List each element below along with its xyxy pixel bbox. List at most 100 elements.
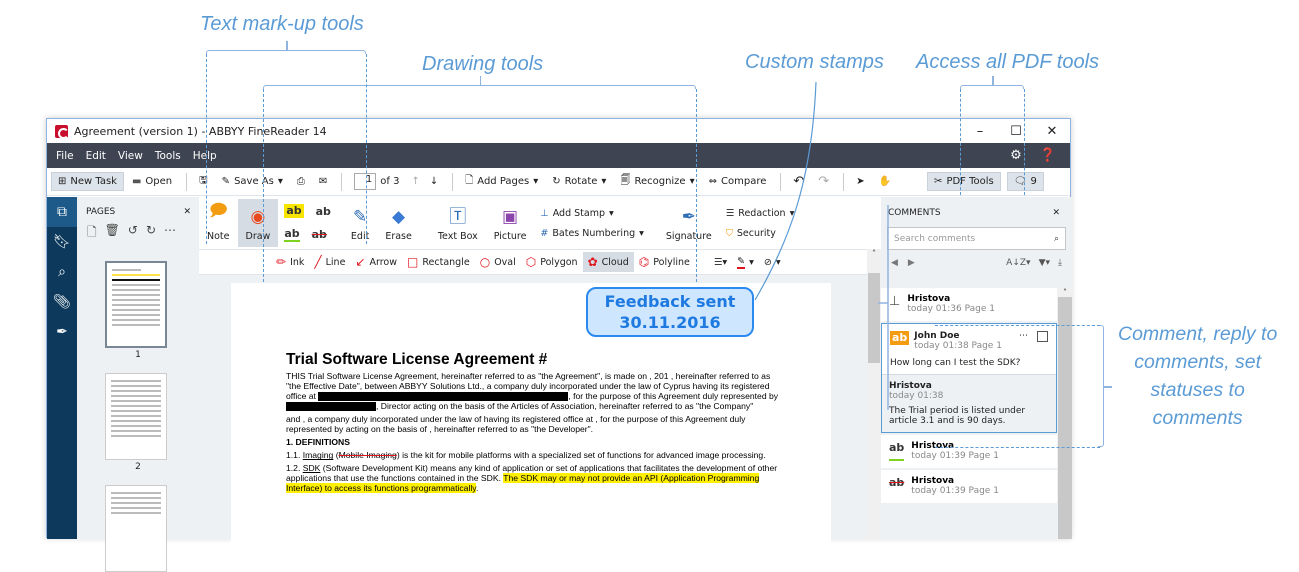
strikeout-text-button[interactable]: ab xyxy=(312,228,327,241)
picture-button[interactable]: ▣ Picture xyxy=(486,199,535,247)
save-button[interactable]: 🖫 xyxy=(193,170,214,193)
shield-icon: ⛉ xyxy=(725,227,733,239)
page-thumbnail-2[interactable] xyxy=(105,373,167,460)
rotate-left-icon[interactable]: ↺ xyxy=(128,223,138,244)
delete-page-icon[interactable]: 🗑 xyxy=(105,223,120,244)
next-page-icon[interactable]: ↓ xyxy=(430,176,438,187)
scrollbar-thumb[interactable] xyxy=(868,273,880,363)
collapse-all-icon[interactable]: ⤓ xyxy=(1058,258,1062,268)
add-page-icon[interactable]: 🗋 xyxy=(87,223,97,244)
minimize-button[interactable]: – xyxy=(962,124,998,139)
add-page-icon: 🗋 xyxy=(465,175,474,186)
undo-button[interactable]: ↶ xyxy=(787,171,810,192)
pdf-tools-icon: ✂ xyxy=(934,176,943,187)
fill-color-dropdown[interactable]: ⊘ ▾ xyxy=(759,254,786,271)
filter-icon[interactable]: ▼▾ xyxy=(1039,258,1050,268)
line-tool[interactable]: ╱ Line xyxy=(309,252,350,272)
page-thumbnail-1[interactable] xyxy=(105,261,167,348)
help-icon[interactable]: ❓ xyxy=(1040,148,1056,163)
compare-button[interactable]: ⇔ Compare xyxy=(703,173,773,190)
insert-text-button[interactable]: ab xyxy=(316,205,331,218)
save-as-icon: ✎ xyxy=(221,176,231,187)
undo-icon: ↶ xyxy=(793,174,805,189)
draw-button[interactable]: ◉ Draw xyxy=(237,199,279,247)
menu-tools[interactable]: Tools xyxy=(155,150,181,162)
search-icon[interactable]: ⌕ xyxy=(58,257,66,287)
document-scrollbar[interactable]: ˄ xyxy=(867,249,881,539)
bookmark-icon[interactable]: 🔖︎ xyxy=(53,227,71,257)
more-icon[interactable]: ⋯ xyxy=(164,223,176,244)
line-icon: ╱ xyxy=(314,255,322,269)
comment-reply[interactable]: Hristova today 01:38 The Trial period is… xyxy=(882,374,1056,432)
comment-item[interactable]: ab Hristova today 01:39 Page 1 xyxy=(881,470,1057,503)
cloud-tool[interactable]: ✿ Cloud xyxy=(582,252,634,272)
arrow-tool[interactable]: ↙ Arrow xyxy=(350,252,402,272)
status-checkbox[interactable] xyxy=(1037,331,1048,342)
signature-nav-icon[interactable]: ✒ xyxy=(56,317,68,347)
email-button[interactable]: ✉ xyxy=(313,173,333,190)
rotate-right-icon[interactable]: ↻ xyxy=(146,223,156,244)
hand-tool-button[interactable]: ✋ xyxy=(873,173,897,190)
save-as-button[interactable]: ✎ Save As ▾ xyxy=(216,173,289,190)
signature-button[interactable]: ✒ Signature xyxy=(658,199,720,247)
comments-scrollbar[interactable]: ˄ xyxy=(1058,288,1072,539)
close-pages-panel-icon[interactable]: ✕ xyxy=(183,207,191,217)
bates-numbering-button[interactable]: # Bates Numbering ▾ xyxy=(540,228,643,239)
comments-toggle-button[interactable]: 🗨 9 xyxy=(1006,172,1044,191)
comments-panel-title: COMMENTS xyxy=(888,208,941,218)
scroll-up-icon[interactable]: ˄ xyxy=(1058,288,1072,297)
pdf-tools-button[interactable]: ✂ PDF Tools xyxy=(927,172,1001,191)
ink-tool[interactable]: ✏ Ink xyxy=(271,252,309,272)
search-comments-input[interactable]: Search comments ⌕ xyxy=(887,227,1066,250)
callout-text-markup-tools: Text mark-up tools xyxy=(200,13,364,35)
comment-item-selected[interactable]: ab John Doe today 01:38 Page 1 ⋯ How long… xyxy=(881,323,1057,433)
select-tool-button[interactable]: ➤ xyxy=(850,173,870,190)
recognize-button[interactable]: 🗐 Recognize ▾ xyxy=(614,170,700,193)
next-comment-icon[interactable]: ▶ xyxy=(908,258,915,268)
scroll-up-icon[interactable]: ˄ xyxy=(867,249,881,258)
redaction-button[interactable]: ☰ Redaction ▾ xyxy=(726,208,795,219)
erase-button[interactable]: ◆ Erase xyxy=(377,199,420,247)
open-button[interactable]: ▬ Open xyxy=(126,173,178,190)
menu-help[interactable]: Help xyxy=(193,150,217,162)
close-button[interactable]: ✕ xyxy=(1034,124,1070,139)
rotate-button[interactable]: ↻ Rotate ▾ xyxy=(546,173,612,190)
new-task-button[interactable]: ⊞ New Task xyxy=(51,172,124,191)
divider xyxy=(843,172,845,191)
menu-file[interactable]: File xyxy=(56,150,74,162)
print-button[interactable]: ⎙ xyxy=(291,173,311,190)
menu-edit[interactable]: Edit xyxy=(86,150,106,162)
highlight-text-button[interactable]: ab xyxy=(284,204,304,218)
attachment-icon[interactable]: 📎︎ xyxy=(53,287,71,317)
add-stamp-button[interactable]: ⊥ Add Stamp ▾ xyxy=(540,208,643,219)
page-number-input[interactable]: 1 xyxy=(354,173,377,190)
security-button[interactable]: ⛉ Security xyxy=(726,228,795,239)
text-box-button[interactable]: 🅃 Text Box xyxy=(430,199,486,247)
sort-az-icon[interactable]: A↓Z▾ xyxy=(1006,258,1030,268)
note-button[interactable]: 🗩 Note xyxy=(199,199,238,247)
edit-button[interactable]: ✎ Edit xyxy=(343,199,377,247)
comment-item[interactable]: ⊥ Hristova today 01:36 Page 1 xyxy=(881,288,1057,321)
window-title: Agreement (version 1) - ABBYY FineReader… xyxy=(74,124,327,138)
settings-gear-icon[interactable]: ⚙ xyxy=(1010,148,1022,163)
page-thumbnail-3[interactable] xyxy=(105,485,167,572)
folder-icon: ▬ xyxy=(131,176,142,187)
add-pages-button[interactable]: 🗋 Add Pages ▾ xyxy=(459,170,544,193)
prev-page-icon[interactable]: ↑ xyxy=(411,176,419,187)
redo-button[interactable]: ↷ xyxy=(812,171,835,192)
menu-view[interactable]: View xyxy=(118,150,143,162)
stroke-color-dropdown[interactable]: ✎ ▾ xyxy=(732,253,759,272)
line-style-dropdown[interactable]: ☰▾ xyxy=(709,254,732,271)
prev-comment-icon[interactable]: ◀ xyxy=(891,258,898,268)
polyline-tool[interactable]: ⌬ Polyline xyxy=(634,252,695,272)
pages-icon[interactable]: ⧉ xyxy=(47,197,77,227)
underline-text-button[interactable]: ab xyxy=(284,227,300,242)
feedback-sent-stamp[interactable]: Feedback sent 30.11.2016 xyxy=(586,287,754,337)
polygon-tool[interactable]: ⬡ Polygon xyxy=(521,252,583,272)
oval-tool[interactable]: ○ Oval xyxy=(475,252,521,272)
maximize-button[interactable]: ☐ xyxy=(998,124,1034,139)
close-comments-panel-icon[interactable]: ✕ xyxy=(1052,208,1060,218)
more-options-icon[interactable]: ⋯ xyxy=(1019,331,1028,351)
rectangle-tool[interactable]: □ Rectangle xyxy=(402,252,475,272)
comment-item[interactable]: ab Hristova today 01:39 Page 1 xyxy=(881,435,1057,468)
